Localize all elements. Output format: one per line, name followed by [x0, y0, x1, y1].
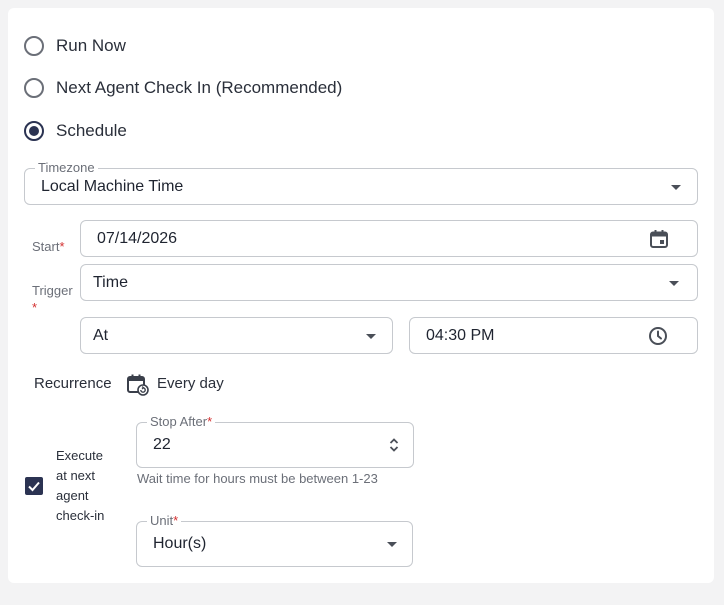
trigger-select[interactable]: Time: [80, 264, 698, 301]
timezone-select[interactable]: Timezone Local Machine Time: [24, 160, 698, 205]
start-label: Start*: [32, 239, 65, 254]
radio-button-selected[interactable]: [24, 121, 44, 141]
at-select[interactable]: At: [80, 317, 393, 354]
unit-select[interactable]: Unit* Hour(s): [136, 513, 413, 567]
check-icon: [28, 481, 40, 492]
up-down-chevron-icon[interactable]: [389, 437, 399, 458]
radio-schedule-label: Schedule: [56, 121, 127, 140]
stop-after-helper-text: Wait time for hours must be between 1-23: [137, 471, 378, 486]
unit-value: Hour(s): [153, 535, 207, 552]
radio-next-agent-check-in[interactable]: Next Agent Check In (Recommended): [24, 76, 342, 100]
time-value: 04:30 PM: [426, 326, 495, 344]
calendar-icon[interactable]: [649, 229, 669, 254]
trigger-label: Trigger *: [32, 283, 73, 315]
unit-label: Unit*: [147, 513, 182, 529]
calendar-refresh-icon[interactable]: [127, 374, 149, 401]
time-input[interactable]: 04:30 PM: [409, 317, 698, 354]
chevron-down-icon: [366, 334, 376, 339]
start-date-input[interactable]: 07/14/2026: [80, 220, 698, 257]
chevron-down-icon: [669, 281, 679, 286]
recurrence-label: Recurrence: [34, 375, 112, 392]
at-value: At: [93, 326, 109, 344]
trigger-value: Time: [93, 273, 128, 291]
execute-checkbox[interactable]: [25, 477, 43, 495]
clock-icon[interactable]: [648, 326, 668, 351]
chevron-down-icon: [671, 185, 681, 190]
chevron-down-icon: [387, 542, 397, 547]
stop-after-stepper[interactable]: Stop After* 22: [136, 414, 414, 468]
radio-run-now-label: Run Now: [56, 36, 126, 55]
timezone-value: Local Machine Time: [41, 177, 184, 195]
radio-run-now[interactable]: Run Now: [24, 34, 126, 58]
radio-button[interactable]: [24, 78, 44, 98]
stop-after-value: 22: [153, 436, 171, 453]
recurrence-value[interactable]: Every day: [157, 375, 224, 392]
execute-label: Execute at next agent check-in: [56, 448, 105, 523]
stop-after-label: Stop After*: [147, 414, 216, 430]
timezone-label: Timezone: [35, 160, 98, 176]
start-date-value: 07/14/2026: [97, 229, 178, 247]
radio-button[interactable]: [24, 36, 44, 56]
radio-schedule[interactable]: Schedule: [24, 119, 127, 143]
radio-next-agent-label: Next Agent Check In (Recommended): [56, 78, 343, 97]
